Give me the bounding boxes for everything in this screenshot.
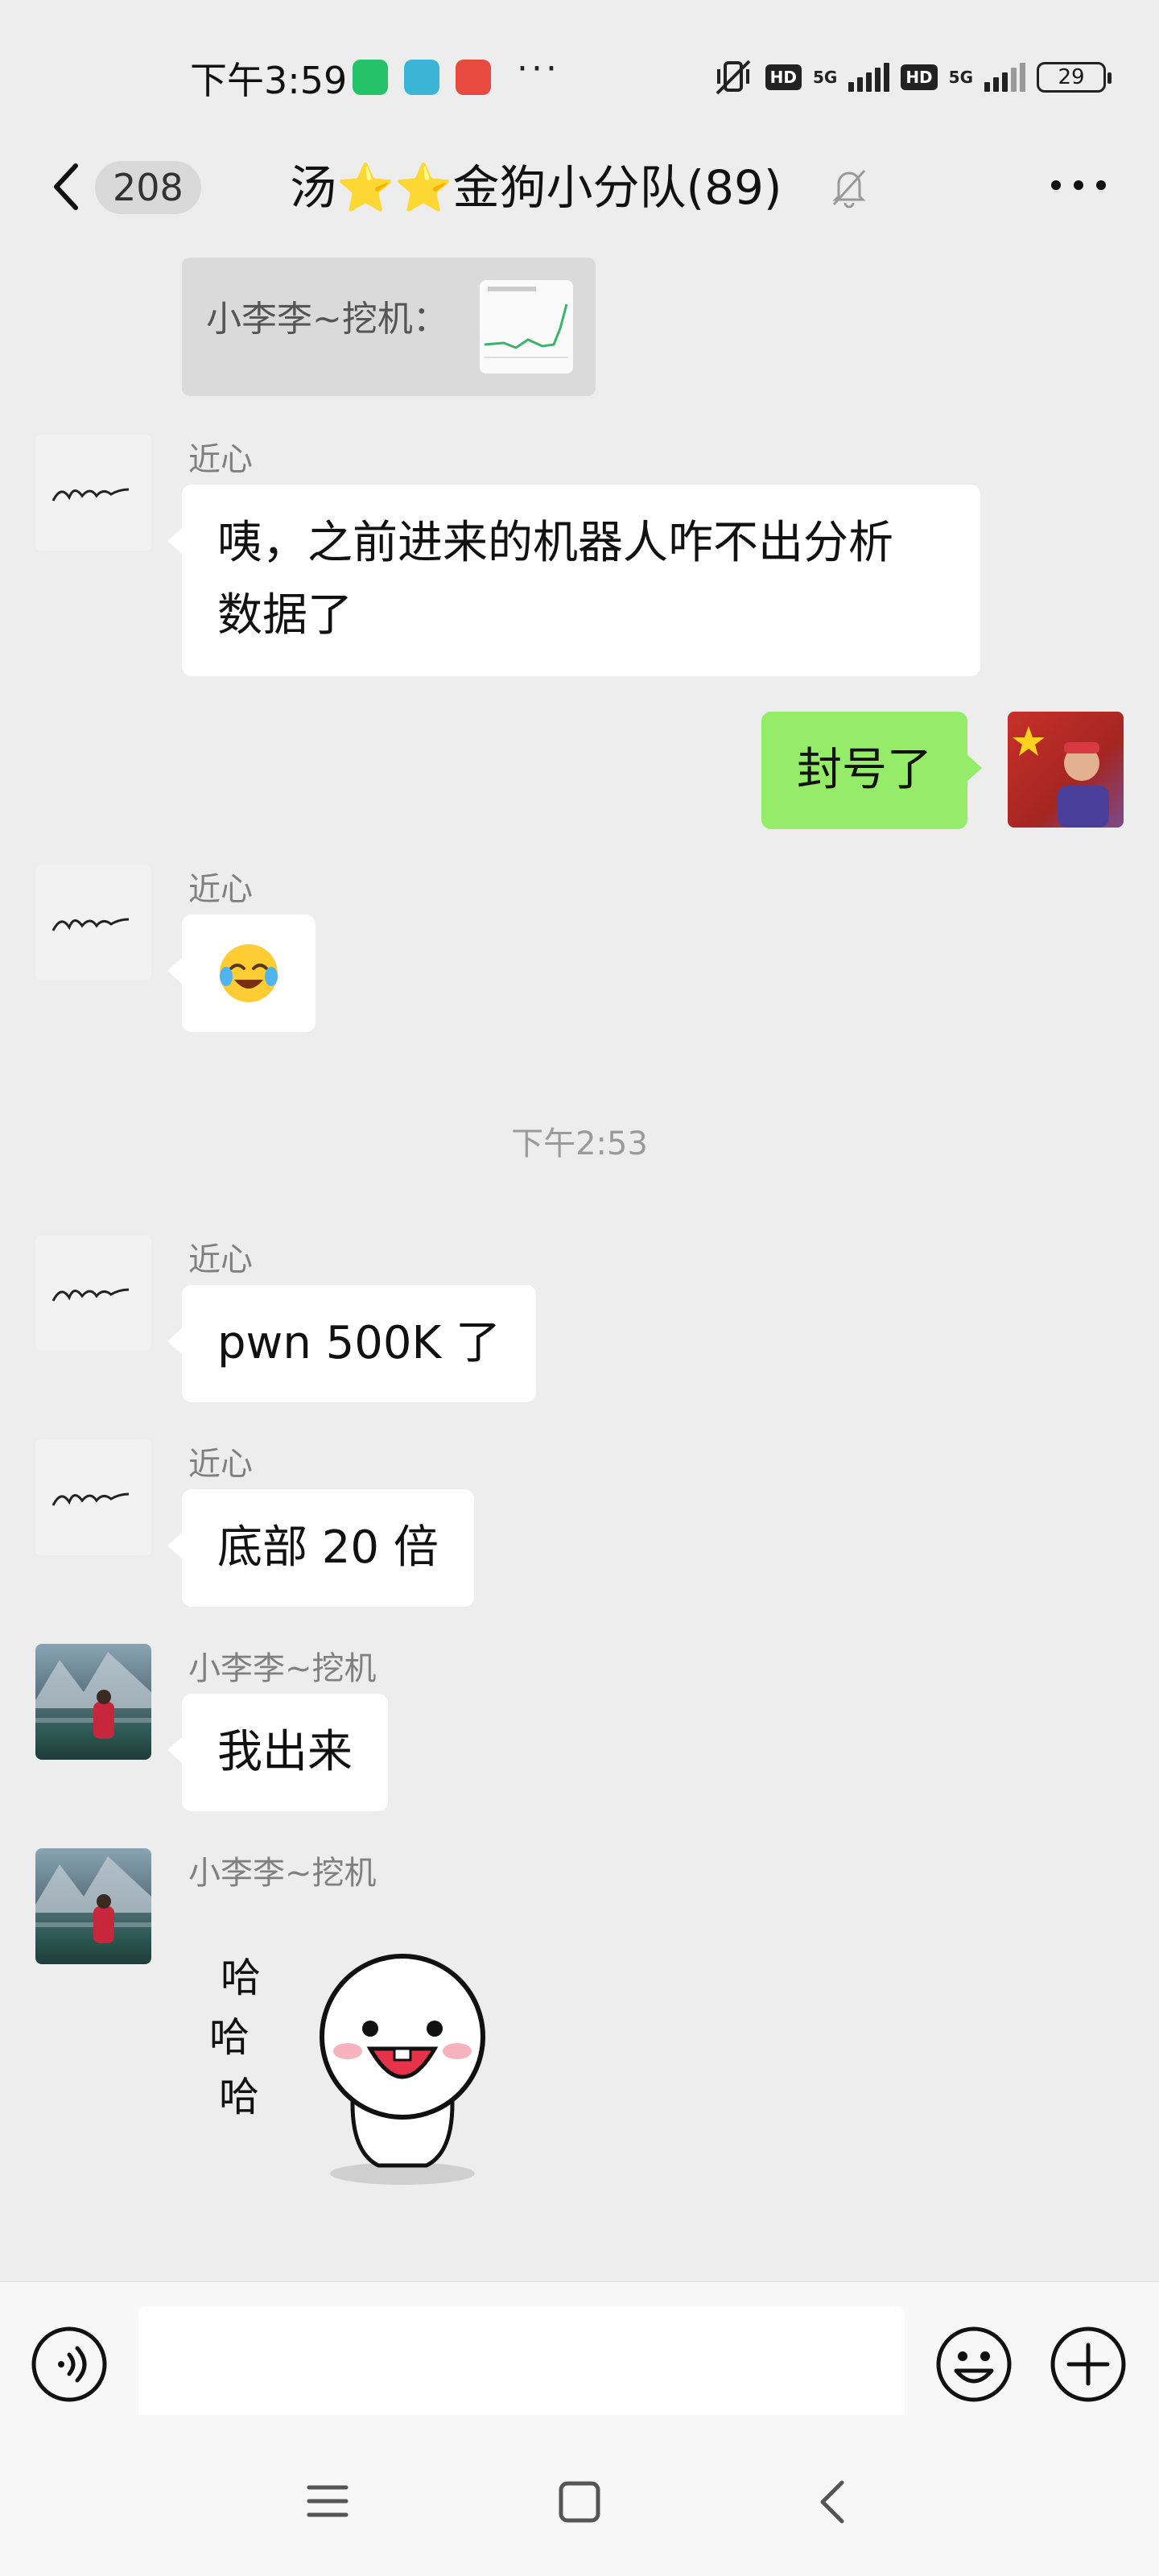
signal-icon: [848, 63, 890, 92]
avatar-xiaolili[interactable]: [35, 1644, 151, 1760]
status-bar: 下午3:59 ··· HD 5G HD 5G 29: [0, 0, 1159, 145]
message-text: pwn 500K 了: [217, 1317, 501, 1369]
recent-apps-icon[interactable]: [306, 2483, 349, 2520]
signal-icon-2: [984, 63, 1025, 92]
message-text: 我出来: [217, 1726, 353, 1778]
back-arrow-icon[interactable]: [45, 155, 85, 219]
message-input[interactable]: [138, 2306, 905, 2424]
avatar-jinxin[interactable]: [35, 865, 151, 980]
message-bubble[interactable]: 我出来: [167, 1694, 388, 1811]
message-text: 底部 20 倍: [217, 1521, 439, 1574]
sender-name: 近心: [188, 1241, 253, 1278]
chat-title-prefix: 汤: [290, 160, 337, 215]
message-text: 咦，之前进来的机器人咋不出分析: [217, 517, 893, 569]
message-bubble[interactable]: 咦，之前进来的机器人咋不出分析 数据了: [167, 485, 980, 676]
avatar-jinxin[interactable]: [35, 1439, 151, 1555]
avatar-self[interactable]: [1008, 712, 1124, 828]
sticker-text: 哈 哈 哈: [209, 1955, 261, 2120]
timestamp: 下午2:53: [511, 1125, 648, 1162]
unread-count-badge[interactable]: 208: [95, 161, 201, 214]
hd-badge: HD: [765, 64, 802, 90]
muted-bell-icon: [832, 169, 866, 208]
voice-input-icon[interactable]: [29, 2324, 109, 2405]
more-notifications-icon: ···: [517, 48, 560, 89]
wind-app-icon: [404, 60, 439, 95]
quote-sender: 小李李~挖机：: [206, 299, 448, 340]
avatar-jinxin[interactable]: [35, 435, 151, 551]
network-type: 5G: [812, 68, 838, 87]
sender-name: 近心: [188, 1446, 253, 1483]
chat-title[interactable]: 汤⭐⭐金狗小分队(89): [290, 153, 782, 222]
plus-icon[interactable]: [1048, 2324, 1128, 2405]
sender-name: 近心: [188, 871, 253, 908]
chart-thumbnail-image[interactable]: [480, 280, 573, 374]
status-indicators: HD 5G HD 5G 29: [712, 56, 1112, 98]
quoted-message-card[interactable]: 小李李~挖机：: [182, 258, 596, 396]
outgoing-message-bubble[interactable]: 封号了: [761, 712, 982, 829]
sender-name: 小李李~挖机: [188, 1855, 377, 1892]
home-icon[interactable]: [557, 2479, 602, 2524]
status-time: 下午3:59: [190, 59, 348, 102]
nav-back-icon[interactable]: [813, 2478, 853, 2526]
laughing-sticker[interactable]: 哈 哈 哈: [209, 1948, 531, 2230]
battery-icon: 29: [1037, 62, 1112, 93]
shield-app-icon: [353, 60, 388, 95]
more-options-icon[interactable]: [1046, 169, 1111, 201]
message-bubble[interactable]: 底部 20 倍: [167, 1489, 474, 1607]
network-type-2: 5G: [948, 68, 973, 87]
message-text: 数据了: [217, 589, 353, 642]
avatar-xiaolili[interactable]: [35, 1848, 151, 1964]
message-text: 封号了: [797, 744, 932, 796]
chat-title-suffix: 金狗小分队(89): [452, 160, 782, 215]
c-app-icon: [456, 60, 491, 95]
message-bubble[interactable]: pwn 500K 了: [167, 1285, 537, 1402]
hd-badge-2: HD: [901, 64, 938, 90]
emoji-icon[interactable]: [934, 2324, 1014, 2405]
star-icon: ⭐⭐: [336, 160, 453, 215]
chat-header: 208 汤⭐⭐金狗小分队(89): [0, 145, 1159, 250]
sender-name: 小李李~挖机: [188, 1650, 377, 1687]
vibrate-off-icon: [716, 60, 751, 95]
message-list[interactable]: 小李李~挖机： 近心 咦，之前进来的机器人咋不出分析 数据了 封号了 近心 下午…: [0, 250, 1159, 2278]
avatar-jinxin[interactable]: [35, 1235, 151, 1351]
sender-name: 近心: [188, 441, 253, 478]
system-nav-bar: [0, 2415, 1159, 2576]
face-with-tears-of-joy-icon: [220, 944, 278, 1002]
chat-input-bar: [0, 2281, 1159, 2424]
message-bubble[interactable]: [167, 914, 316, 1032]
